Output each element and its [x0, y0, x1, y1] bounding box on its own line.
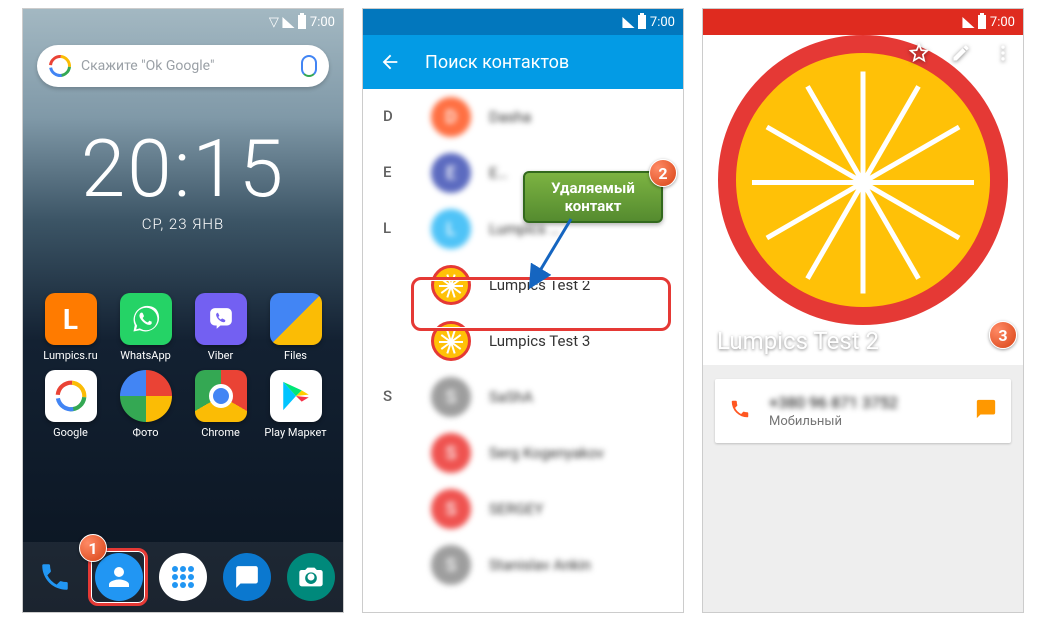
back-arrow-icon[interactable] [379, 51, 401, 73]
contact-row[interactable]: S Stanislav Ankin [417, 537, 683, 593]
contact-name: SERGEY [489, 500, 543, 518]
clock-date: СР, 23 ЯНВ [23, 215, 343, 233]
letter-avatar-icon: S [431, 545, 471, 585]
app-photos[interactable]: Фото [108, 370, 183, 439]
status-bar: ▽ 7:00 [23, 9, 343, 35]
contact-hero: Lumpics Test 2 [703, 35, 1023, 365]
app-viber[interactable]: Viber [183, 293, 258, 362]
phone-number: +380 96 871 3752 [769, 393, 957, 412]
contact-name: E… [489, 164, 508, 182]
phone-app-icon[interactable] [31, 553, 79, 601]
more-vert-icon[interactable] [993, 43, 1013, 63]
contact-name: SaShA [489, 388, 533, 406]
callout-label: Удаляемый контакт [523, 171, 663, 223]
app-lumpics[interactable]: LLumpics.ru [33, 293, 108, 362]
letter-avatar-icon: L [431, 209, 471, 249]
contact-row[interactable]: S Serg Kogenyakov [417, 425, 683, 481]
google-logo-icon [49, 55, 71, 77]
badge-2: 2 [649, 159, 677, 187]
app-files[interactable]: Files [258, 293, 333, 362]
phone-type: Мобильный [769, 414, 957, 429]
section-letter: L [363, 201, 417, 237]
section-letter: E [363, 145, 417, 181]
contacts-search-bar[interactable]: Поиск контактов [363, 35, 683, 89]
status-bar: 7:00 [363, 9, 683, 35]
app-drawer-icon[interactable] [159, 553, 207, 601]
dock [23, 542, 343, 612]
phone-contact-detail: 7:00 Lumpics Test 2 +380 96 871 3752 Моб… [702, 8, 1024, 613]
contact-name: Serg Kogenyakov [489, 444, 604, 462]
callout-arrow-icon [531, 219, 591, 289]
contact-name: Lumpics Test 3 [489, 332, 590, 350]
letter-avatar-icon: E [431, 153, 471, 193]
status-time: 7:00 [310, 15, 335, 30]
search-placeholder: Скажите "Ok Google" [81, 58, 291, 74]
edit-pencil-icon[interactable] [951, 43, 971, 63]
clock-time: 20:15 [23, 129, 343, 209]
phone-icon[interactable] [729, 398, 751, 424]
badge-3: 3 [989, 321, 1017, 349]
phone-card[interactable]: +380 96 871 3752 Мобильный [715, 379, 1011, 443]
phone-contacts-list: 7:00 Поиск контактов DD Dasha EE E… LL Lumpic… [362, 8, 684, 613]
section-letter: S [363, 369, 417, 405]
contacts-list[interactable]: DDDashaEEE…LLLumpics …Lumpics Test 2Lump… [363, 89, 683, 612]
contact-name: Lumpics Test 2 [717, 327, 879, 355]
contact-row[interactable]: S SaShA [417, 369, 683, 425]
letter-avatar-icon: D [431, 97, 471, 137]
app-chrome[interactable]: Chrome [183, 370, 258, 439]
google-search-bar[interactable]: Скажите "Ok Google" [37, 45, 329, 87]
mic-icon[interactable] [301, 55, 317, 77]
app-whatsapp[interactable]: WhatsApp [108, 293, 183, 362]
phone-home: ▽ 7:00 Скажите "Ok Google" 20:15 СР, 23 … [22, 8, 344, 613]
sms-icon[interactable] [975, 398, 997, 424]
status-bar: 7:00 [703, 9, 1023, 35]
letter-avatar-icon: S [431, 433, 471, 473]
letter-avatar-icon: S [431, 377, 471, 417]
contact-row[interactable]: D Dasha [417, 89, 683, 145]
app-google[interactable]: Google [33, 370, 108, 439]
contact-photo-lemon-icon [718, 35, 1008, 325]
star-icon[interactable] [909, 43, 929, 63]
app-play[interactable]: Play Маркет [258, 370, 333, 439]
contact-name: Stanislav Ankin [489, 556, 591, 574]
contact-name: Dasha [489, 108, 531, 126]
contact-row[interactable]: S SERGEY [417, 481, 683, 537]
search-label: Поиск контактов [425, 52, 569, 73]
letter-avatar-icon: S [431, 489, 471, 529]
camera-app-icon[interactable] [287, 553, 335, 601]
badge-1: 1 [79, 534, 107, 562]
app-grid: LLumpics.ru WhatsApp Viber Files Google … [23, 293, 343, 439]
section-letter: D [363, 89, 417, 125]
clock-widget[interactable]: 20:15 СР, 23 ЯНВ [23, 129, 343, 233]
messages-app-icon[interactable] [223, 553, 271, 601]
